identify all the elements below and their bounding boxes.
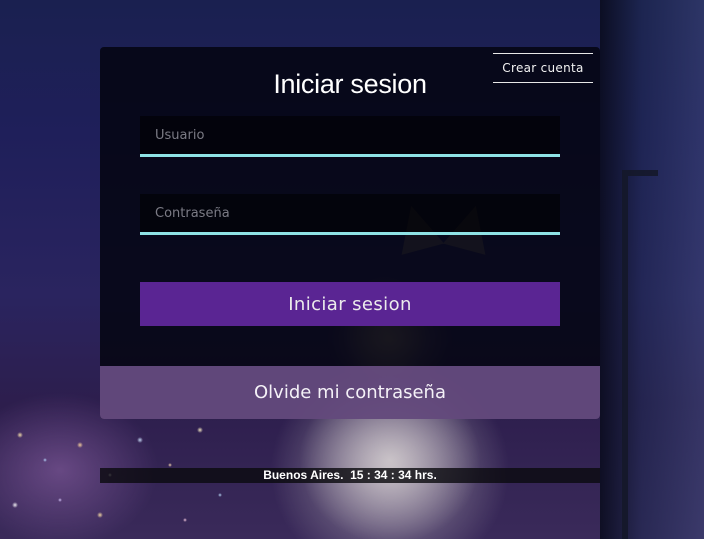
password-field-container [140,194,560,235]
login-title: Iniciar sesion [273,69,427,99]
username-input[interactable] [140,116,560,154]
background-window-frame [622,170,658,539]
forgot-password-button[interactable]: Olvide mi contraseña [100,366,600,419]
login-panel: Crear cuenta Iniciar sesion Iniciar sesi… [100,47,600,419]
username-field-container [140,116,560,157]
clock-display: Buenos Aires. 15 : 34 : 34 hrs. [100,468,600,483]
password-input[interactable] [140,194,560,232]
login-submit-button[interactable]: Iniciar sesion [140,282,560,326]
